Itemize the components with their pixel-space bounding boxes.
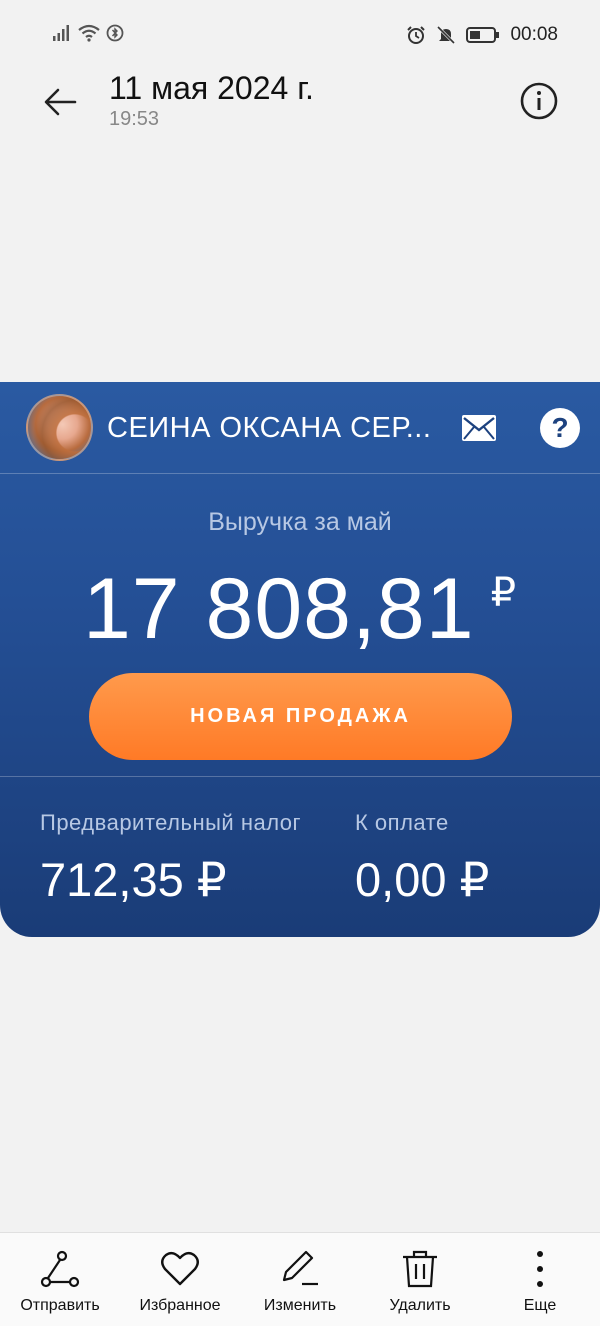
mail-icon: [462, 415, 496, 441]
card-header: СЕИНА ОКСАНА СЕР... ?: [0, 382, 600, 474]
battery-icon: [466, 27, 500, 43]
info-icon: [520, 82, 558, 120]
notifications-off-icon: [437, 25, 456, 45]
help-icon: ?: [551, 412, 569, 443]
user-name[interactable]: СЕИНА ОКСАНА СЕР...: [107, 412, 431, 445]
revenue-label: Выручка за май: [208, 508, 392, 536]
heart-icon: [161, 1251, 199, 1286]
header: 11 мая 2024 г. 19:53: [0, 70, 600, 140]
edit-button[interactable]: Изменить: [245, 1247, 355, 1315]
signal-icon: [53, 25, 69, 41]
share-button[interactable]: Отправить: [5, 1247, 115, 1315]
help-button[interactable]: ?: [540, 408, 580, 448]
edit-icon: [282, 1250, 318, 1286]
status-time: 00:08: [510, 24, 558, 45]
favorite-label: Избранное: [139, 1297, 221, 1314]
tax-label: Предварительный налог: [40, 810, 302, 835]
page-subtitle: 19:53: [109, 108, 160, 130]
more-button[interactable]: Еще: [485, 1247, 595, 1315]
divider: [0, 776, 600, 777]
new-sale-button[interactable]: НОВАЯ ПРОДАЖА: [89, 673, 512, 760]
delete-label: Удалить: [389, 1297, 451, 1314]
trash-icon: [403, 1250, 437, 1288]
arrow-back-icon: [44, 88, 77, 116]
pay-value: 0,00 ₽: [355, 853, 490, 906]
mail-button[interactable]: [461, 414, 497, 442]
currency-symbol: ₽: [490, 571, 518, 615]
pay-label: К оплате: [355, 810, 449, 835]
revenue-card: СЕИНА ОКСАНА СЕР... ? Выручка за май 17 …: [0, 382, 600, 937]
info-button[interactable]: [518, 80, 560, 122]
edit-label: Изменить: [263, 1297, 337, 1314]
bottom-toolbar: Отправить Избранное Изменить Удалить Еще: [0, 1232, 600, 1326]
favorite-button[interactable]: Избранное: [125, 1247, 235, 1315]
status-bar: 00:08: [0, 0, 600, 70]
revenue-amount: 17 808,81: [82, 561, 475, 657]
share-label: Отправить: [20, 1297, 100, 1314]
share-icon: [40, 1250, 80, 1288]
more-vertical-icon: [537, 1251, 543, 1287]
delete-button[interactable]: Удалить: [365, 1247, 475, 1315]
status-right-icons: 00:08: [406, 24, 558, 46]
alarm-icon: [407, 26, 426, 44]
bluetooth-badge-icon: [106, 24, 124, 42]
status-left-icons: [52, 24, 124, 42]
more-label: Еще: [523, 1297, 557, 1314]
wifi-icon: [78, 24, 100, 42]
revenue-value: 17 808,81 ₽: [0, 560, 600, 659]
avatar[interactable]: [26, 394, 93, 461]
page-title: 11 мая 2024 г.: [109, 70, 314, 106]
tax-value: 712,35 ₽: [40, 853, 227, 906]
back-button[interactable]: [38, 82, 82, 122]
